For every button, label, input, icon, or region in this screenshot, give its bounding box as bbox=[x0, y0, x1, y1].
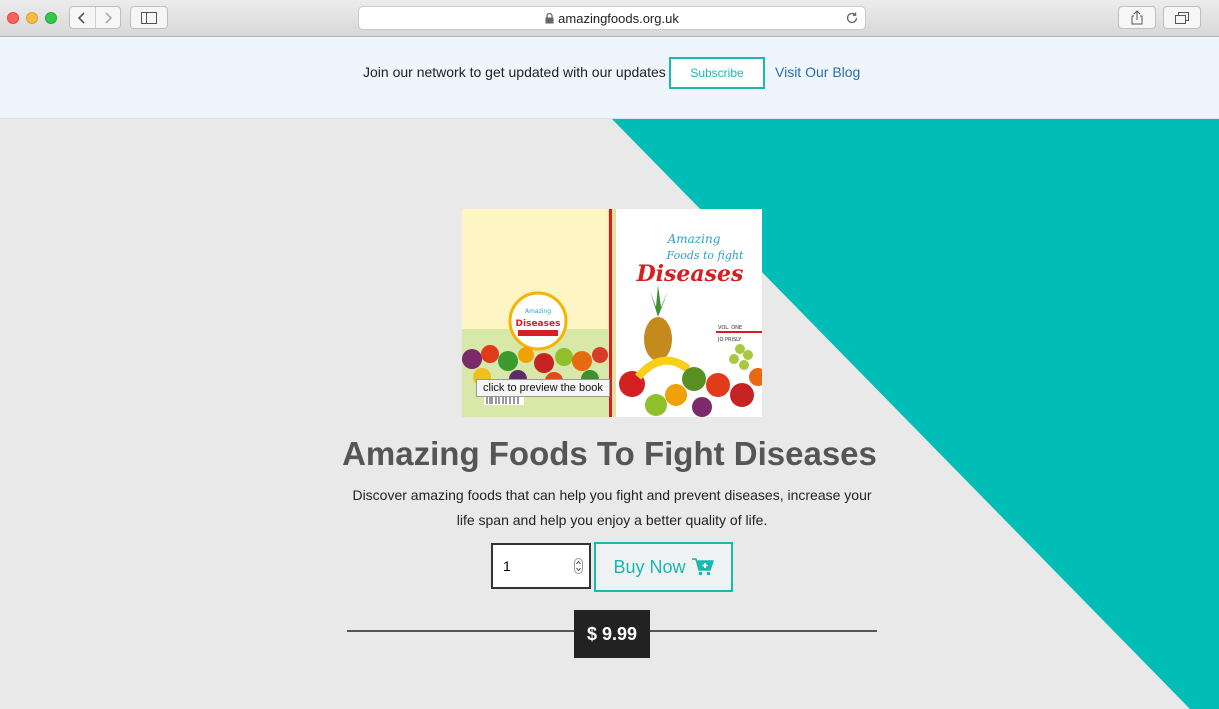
lock-icon bbox=[545, 12, 554, 23]
stepper-arrows-icon[interactable] bbox=[574, 558, 583, 574]
cart-plus-icon bbox=[691, 558, 714, 576]
buy-now-button[interactable]: Buy Now bbox=[594, 542, 733, 592]
buy-now-label: Buy Now bbox=[613, 556, 686, 577]
banner-text: Join our network to get updated with our… bbox=[363, 64, 666, 80]
browser-toolbar: amazingfoods.org.uk bbox=[0, 0, 1219, 37]
minimize-window-button[interactable] bbox=[26, 12, 38, 24]
cover-author: JO PRISLY bbox=[717, 337, 742, 343]
tabs-icon bbox=[1175, 11, 1189, 24]
history-nav bbox=[69, 6, 121, 29]
price-badge: $ 9.99 bbox=[574, 610, 650, 658]
quantity-value: 1 bbox=[503, 558, 511, 574]
product-description: Discover amazing foods that can help you… bbox=[352, 487, 872, 528]
chevron-right-icon bbox=[105, 11, 112, 24]
badge-title-big: Diseases bbox=[516, 319, 561, 329]
back-button[interactable] bbox=[70, 7, 95, 28]
reload-icon[interactable] bbox=[845, 11, 859, 25]
sidebar-toggle-button[interactable] bbox=[130, 6, 168, 29]
share-icon bbox=[1131, 10, 1143, 25]
hero-section: Amazing Diseases Amazing Foods to fight … bbox=[0, 119, 1219, 709]
sidebar-icon bbox=[141, 11, 157, 24]
badge-title-small: Amazing bbox=[525, 308, 551, 315]
close-window-button[interactable] bbox=[7, 12, 19, 24]
zoom-window-button[interactable] bbox=[45, 12, 57, 24]
share-button[interactable] bbox=[1118, 6, 1156, 29]
visit-blog-link[interactable]: Visit Our Blog bbox=[775, 64, 860, 80]
cover-title-line3: Diseases bbox=[636, 261, 744, 287]
preview-tooltip: click to preview the book bbox=[476, 379, 610, 397]
tabs-overview-button[interactable] bbox=[1163, 6, 1201, 29]
cover-volume: VOL. ONE bbox=[718, 325, 742, 331]
forward-button[interactable] bbox=[94, 7, 121, 28]
chevron-left-icon bbox=[78, 11, 85, 24]
quantity-stepper[interactable]: 1 bbox=[491, 543, 591, 589]
newsletter-banner: Join our network to get updated with our… bbox=[0, 37, 1219, 119]
cover-title-line1: Amazing bbox=[667, 232, 721, 246]
url-text: amazingfoods.org.uk bbox=[558, 10, 679, 26]
subscribe-button[interactable]: Subscribe bbox=[669, 57, 765, 89]
product-title: Amazing Foods To Fight Diseases bbox=[342, 435, 877, 472]
address-bar[interactable]: amazingfoods.org.uk bbox=[358, 6, 866, 30]
